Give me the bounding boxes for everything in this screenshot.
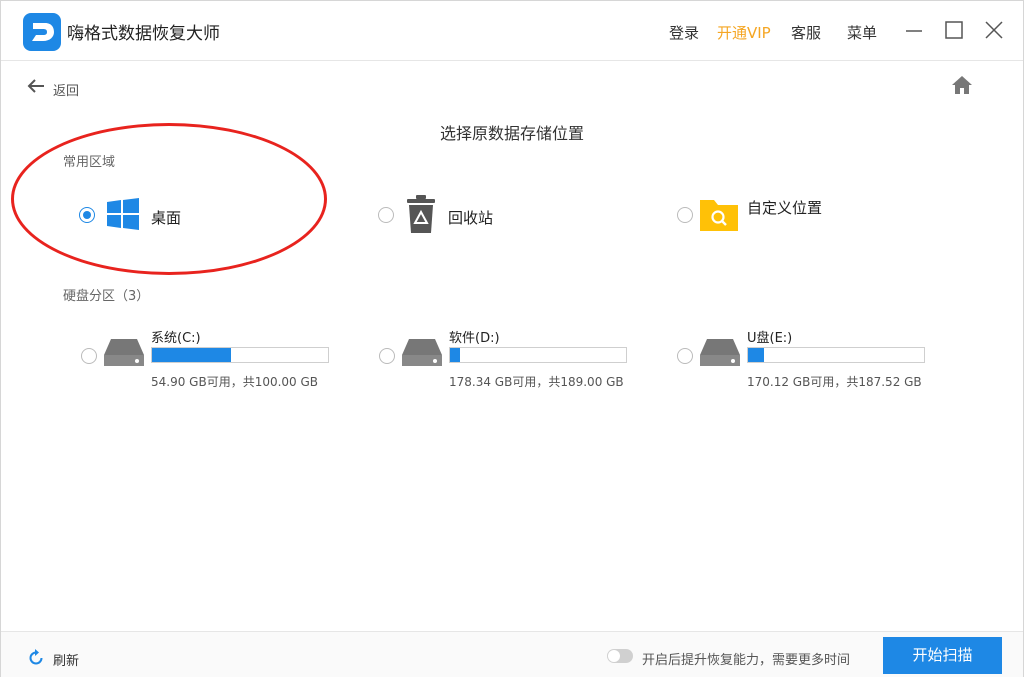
option-recycle-bin[interactable]: 回收站	[378, 194, 558, 238]
hard-drive-icon	[104, 339, 144, 366]
desktop-label: 桌面	[151, 209, 182, 227]
custom-location-label: 自定义位置	[747, 199, 823, 217]
hard-drive-icon	[402, 339, 442, 366]
drive-e-usage-bar	[747, 347, 925, 363]
drive-d-radio[interactable]	[379, 348, 395, 364]
minimize-icon	[906, 30, 922, 32]
drive-e[interactable]: U盘(E:) 170.12 GB可用，共187.52 GB	[677, 327, 937, 397]
back-label: 返回	[53, 84, 80, 99]
page-title: 选择原数据存储位置	[439, 124, 584, 143]
arrow-left-icon	[27, 79, 44, 93]
drives-label: 硬盘分区（3）	[63, 289, 150, 304]
drive-d-usage-bar	[449, 347, 627, 363]
drive-c-info: 54.90 GB可用，共100.00 GB	[151, 375, 319, 389]
vip-link[interactable]: 开通VIP	[717, 22, 771, 43]
drive-d-usage-fill	[450, 348, 460, 362]
drive-c-radio[interactable]	[81, 348, 97, 364]
drive-d-info: 178.34 GB可用，共189.00 GB	[449, 375, 624, 389]
app-title: 嗨格式数据恢复大师	[67, 24, 220, 44]
close-icon	[985, 21, 1003, 39]
drive-c[interactable]: 系统(C:) 54.90 GB可用，共100.00 GB	[81, 327, 341, 397]
desktop-radio[interactable]	[79, 207, 95, 223]
drive-e-usage-fill	[748, 348, 765, 362]
option-desktop[interactable]: 桌面	[79, 194, 259, 238]
drive-e-info: 170.12 GB可用，共187.52 GB	[747, 375, 922, 389]
enhanced-recovery-label: 开启后提升恢复能力，需要更多时间	[642, 653, 851, 668]
enhanced-recovery-toggle[interactable]	[607, 649, 633, 663]
recycle-bin-radio[interactable]	[378, 207, 394, 223]
app-window: 嗨格式数据恢复大师 登录 开通VIP 客服 菜单 返回 选择原数据存储位置 常用…	[0, 0, 1024, 677]
maximize-button[interactable]	[943, 19, 965, 41]
drive-d-name: 软件(D:)	[449, 331, 500, 346]
drive-c-usage-bar	[151, 347, 329, 363]
hard-drive-icon	[700, 339, 740, 366]
minimize-button[interactable]	[903, 19, 925, 41]
maximize-icon	[945, 21, 963, 39]
folder-search-icon	[700, 200, 738, 231]
drive-c-usage-fill	[152, 348, 232, 362]
windows-icon	[107, 198, 139, 230]
start-scan-button[interactable]: 开始扫描	[883, 637, 1002, 674]
option-custom-location[interactable]: 自定义位置	[677, 194, 877, 238]
service-link[interactable]: 客服	[791, 22, 821, 43]
drive-e-name: U盘(E:)	[747, 331, 793, 346]
home-icon	[952, 76, 972, 94]
recycle-bin-icon	[407, 195, 435, 233]
refresh-icon	[29, 649, 43, 665]
login-link[interactable]: 登录	[669, 22, 699, 43]
drive-e-radio[interactable]	[677, 348, 693, 364]
drive-d[interactable]: 软件(D:) 178.34 GB可用，共189.00 GB	[379, 327, 639, 397]
recycle-bin-label: 回收站	[448, 209, 494, 227]
drive-c-name: 系统(C:)	[151, 331, 201, 346]
close-button[interactable]	[983, 19, 1005, 41]
common-area-label: 常用区域	[63, 155, 116, 170]
app-logo-icon	[23, 13, 61, 51]
footer-bar: 刷新 开启后提升恢复能力，需要更多时间 开始扫描	[1, 631, 1023, 677]
custom-location-radio[interactable]	[677, 207, 693, 223]
menu-link[interactable]: 菜单	[847, 22, 877, 43]
home-button[interactable]	[951, 74, 973, 96]
title-bar: 嗨格式数据恢复大师 登录 开通VIP 客服 菜单	[1, 1, 1023, 61]
refresh-label: 刷新	[53, 654, 80, 669]
